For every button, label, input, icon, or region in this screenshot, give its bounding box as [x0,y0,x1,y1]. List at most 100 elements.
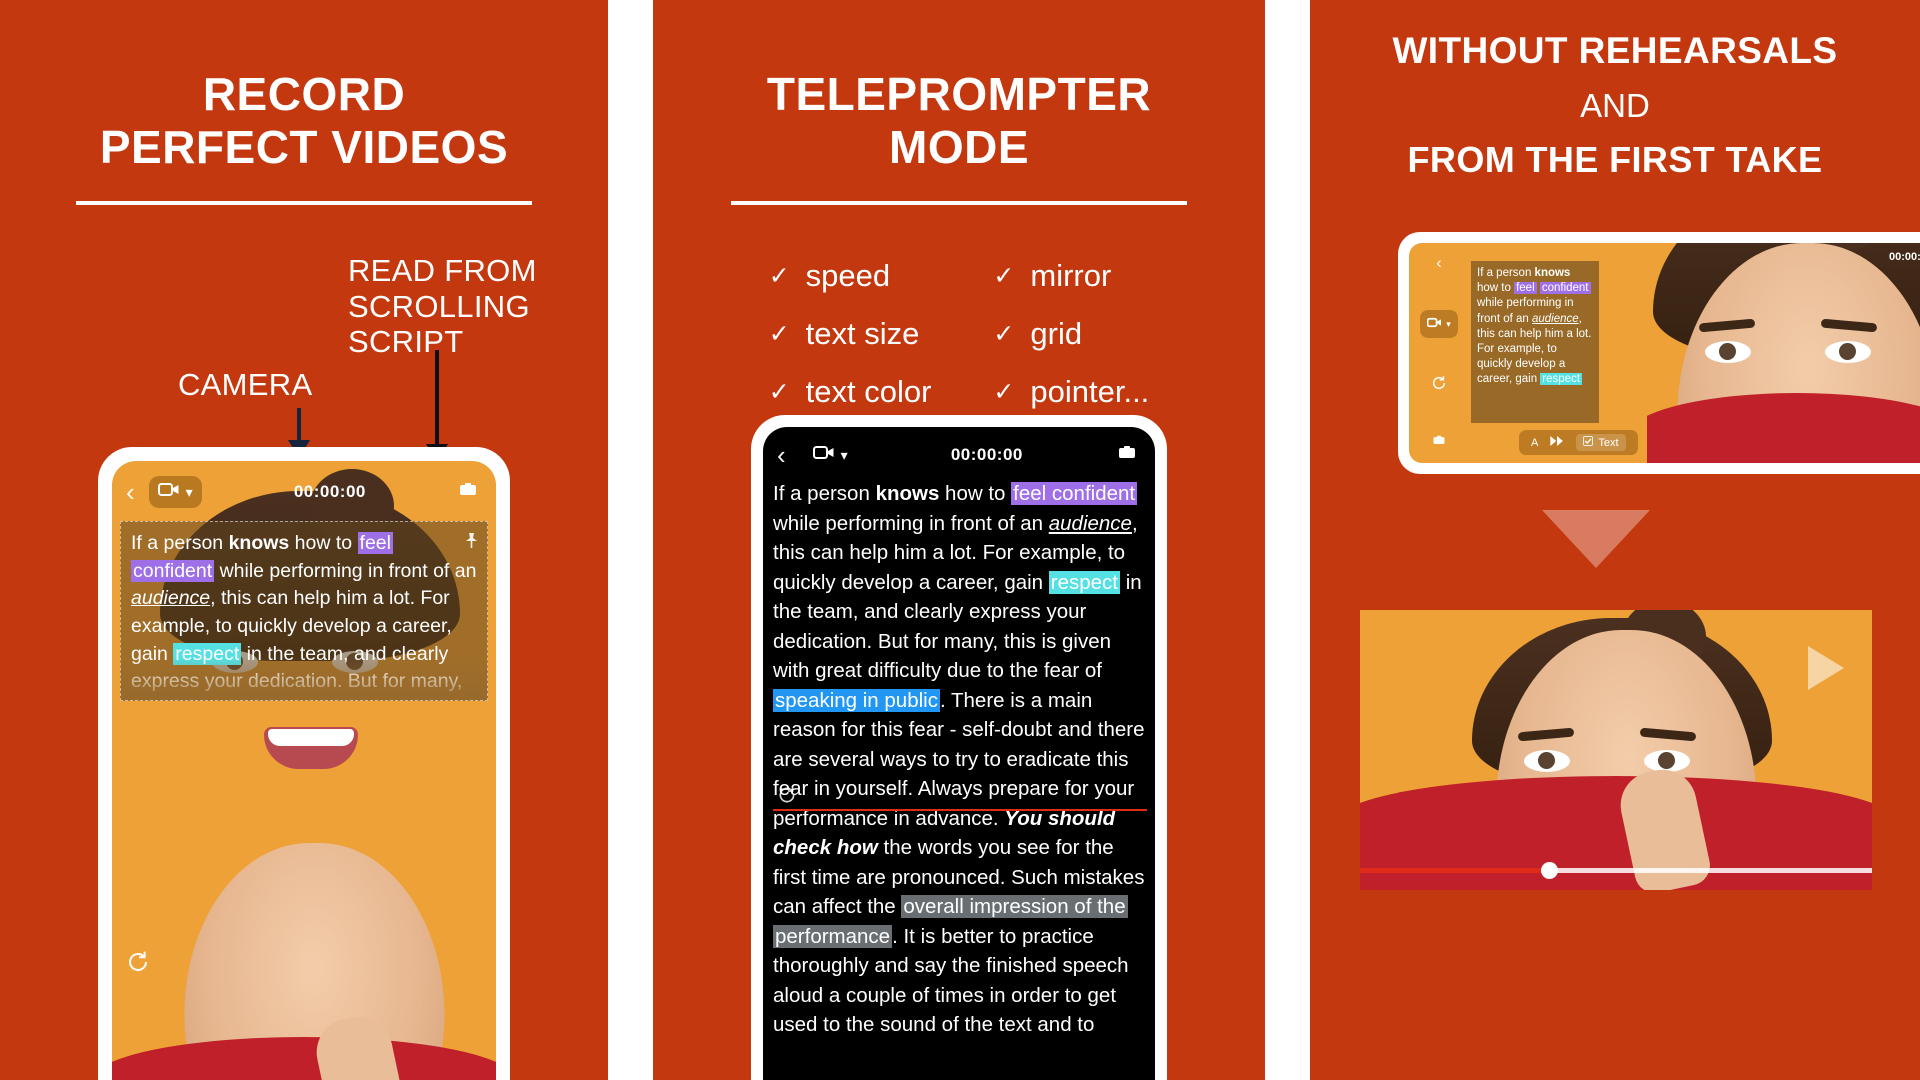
feature-label: grid [1030,316,1083,351]
loop-icon[interactable] [777,784,797,814]
tablet-mockup-landscape: ‹ ▾ 00:00:00 If a [1398,232,1920,474]
script-highlight-respect: respect [1048,570,1121,594]
flag-icon[interactable] [1432,433,1446,451]
feature-label: speed [805,258,891,293]
script-t3: while performing in front of an [773,511,1049,535]
chevron-down-icon: ▾ [185,484,193,500]
video-camera-icon [157,482,180,502]
phone1-screen: ‹ ▾ 00:00:00 If a person knows how to fe… [112,461,496,1080]
reading-line-indicator [773,809,1147,811]
panel-gap-1 [608,0,653,1080]
text-toggle[interactable]: Text [1576,434,1626,451]
teleprompter-script-overlay[interactable]: If a person knows how to feel confident … [1471,261,1599,423]
check-icon: ✓ [993,378,1015,406]
script-t1: If a person [773,482,876,505]
fast-forward-icon[interactable] [1550,436,1564,449]
phone2-screen: ‹ ▾ 00:00:00 If a person knows how to fe… [763,427,1155,1080]
flag-icon[interactable] [1117,445,1137,466]
tablet-bottom-toolbar: A Text [1519,430,1638,455]
feature-item-text-color: ✓ text color [769,374,932,410]
progress-filled [1360,868,1550,873]
promo-board: RECORD PERFECT VIDEOS READ FROM SCROLLIN… [0,0,1920,1080]
flag-icon[interactable] [458,482,478,503]
phone1-topbar: ‹ ▾ 00:00:00 [112,461,496,523]
phone2-topbar: ‹ ▾ 00:00:00 [763,427,1155,483]
script-i1: audience [131,587,211,610]
face-group [1647,243,1920,463]
feature-column-right: ✓ mirror ✓ grid ✓ pointer... [993,258,1149,410]
annotation-camera: CAMERA [178,367,313,402]
eye-right [1644,750,1690,772]
panel-record-perfect-videos: RECORD PERFECT VIDEOS READ FROM SCROLLIN… [0,0,608,1080]
chevron-down-icon: ▾ [840,447,848,463]
script-highlight-confident: confident [1539,282,1591,295]
annotation-read-script: READ FROM SCROLLING SCRIPT [348,253,537,360]
down-triangle-icon [1542,510,1650,568]
panel1-divider [76,200,532,205]
rotate-camera-icon[interactable] [1431,375,1447,396]
script-highlight-performance: performance [773,924,893,948]
progress-knob[interactable] [1540,862,1558,879]
feature-label: mirror [1030,258,1112,293]
recording-timer: 00:00:00 [1888,251,1920,263]
panel3-heading-line2: AND [1580,86,1650,124]
script-t2: how to [289,532,358,554]
camera-mode-chip[interactable]: ▾ [1420,310,1458,338]
chevron-left-icon[interactable]: ‹ [126,479,135,505]
feature-item-pointer: ✓ pointer... [993,374,1149,410]
script-highlight-respect: respect [1540,373,1583,386]
phone-mockup-teleprompter: ‹ ▾ 00:00:00 If a person knows how to fe… [751,415,1167,1080]
check-icon: ✓ [993,262,1015,290]
feature-label: text color [805,374,932,409]
script-t4: while performing in front of an [214,559,477,582]
panel2-divider [731,200,1187,205]
tablet-left-rail: ‹ ▾ [1409,243,1469,463]
annotation-read-script-line1: READ FROM [348,253,537,288]
progress-bar[interactable] [1360,862,1872,879]
eye-left [1524,750,1570,772]
eye-right [1825,341,1871,363]
feature-item-mirror: ✓ mirror [993,258,1149,294]
phone-mockup-portrait: ‹ ▾ 00:00:00 If a person knows how to fe… [98,447,510,1080]
script-t1: If a person [131,532,229,554]
panel2-heading-line1: TELEPROMPTER [766,68,1152,120]
check-icon: ✓ [768,320,790,348]
video-player[interactable] [1360,610,1872,890]
camera-mode-chip[interactable]: ▾ [804,439,857,471]
play-icon[interactable] [1808,646,1844,690]
text-toggle-label: Text [1598,436,1619,449]
script-t2: how to [939,482,1012,505]
annotation-read-script-line2: SCROLLING [348,288,530,324]
script-highlight-overall-impression: overall impression of the [901,895,1128,919]
panel1-heading-line2: PERFECT VIDEOS [99,121,509,174]
panel2-heading: TELEPROMPTER MODE [653,68,1265,175]
recording-timer: 00:00:00 [293,482,366,501]
video-frame-face [1360,610,1872,890]
recording-timer: 00:00:00 [950,445,1023,464]
panel3-heading: WITHOUT REHEARSALS AND FROM THE FIRST TA… [1310,31,1920,179]
camera-mode-chip[interactable]: ▾ [148,476,202,508]
rotate-camera-icon[interactable] [126,950,150,979]
script-highlight-feel-confident: feel confident [1011,482,1138,505]
script-t2: how to [1477,282,1515,295]
script-b1: knows [1534,267,1571,279]
panel2-heading-line2: MODE [889,121,1029,174]
check-icon: ✓ [768,262,790,290]
chevron-left-icon[interactable]: ‹ [1436,253,1442,273]
teleprompter-script[interactable]: If a person knows how to feel confident … [773,479,1147,1080]
script-highlight-speaking-in-public: speaking in public [773,688,940,712]
script-t1: If a person [1477,267,1535,279]
panel-teleprompter-mode: TELEPROMPTER MODE ✓ speed ✓ text size ✓ … [653,0,1265,1080]
feature-item-grid: ✓ grid [993,316,1149,352]
panel-gap-2 [1265,0,1310,1080]
script-b1: knows [228,532,290,554]
checkbox-icon [1583,436,1594,449]
font-size-button[interactable]: A [1531,437,1538,449]
shirt [1647,393,1920,463]
check-icon: ✓ [768,378,790,406]
pin-icon[interactable] [464,530,479,558]
panel-without-rehearsals: WITHOUT REHEARSALS AND FROM THE FIRST TA… [1310,0,1920,1080]
script-fade [121,658,487,700]
chevron-left-icon[interactable]: ‹ [777,442,786,468]
teleprompter-script-overlay[interactable]: If a person knows how to feel confident … [120,521,488,701]
